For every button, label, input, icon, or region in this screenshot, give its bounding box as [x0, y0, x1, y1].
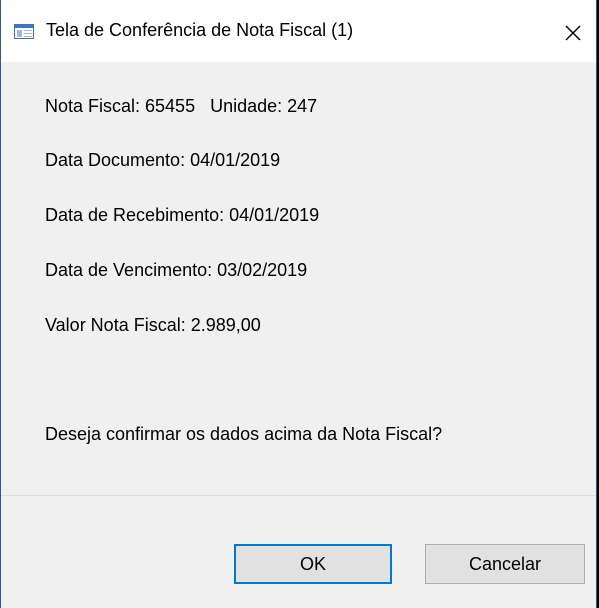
window-title: Tela de Conferência de Nota Fiscal (1): [46, 20, 354, 40]
ok-button[interactable]: OK: [234, 544, 392, 584]
window-icon: [14, 24, 34, 39]
close-button[interactable]: [550, 6, 596, 60]
valor-nota-fiscal-label: Valor Nota Fiscal: 2.989,00: [45, 315, 261, 335]
data-recebimento-label: Data de Recebimento: 04/01/2019: [45, 205, 320, 225]
dialog-window: Tela de Conferência de Nota Fiscal (1) N…: [0, 0, 597, 608]
data-vencimento-label: Data de Vencimento: 03/02/2019: [45, 260, 308, 280]
data-documento-label: Data Documento: 04/01/2019: [45, 150, 281, 170]
cancel-button[interactable]: Cancelar: [425, 544, 585, 584]
separator: [1, 495, 596, 496]
close-icon: [565, 25, 581, 41]
confirmation-question: Deseja confirmar os dados acima da Nota …: [45, 424, 443, 444]
nota-fiscal-label: Nota Fiscal: 65455 Unidade: 247: [45, 96, 318, 116]
title-bar[interactable]: Tela de Conferência de Nota Fiscal (1): [1, 0, 596, 62]
